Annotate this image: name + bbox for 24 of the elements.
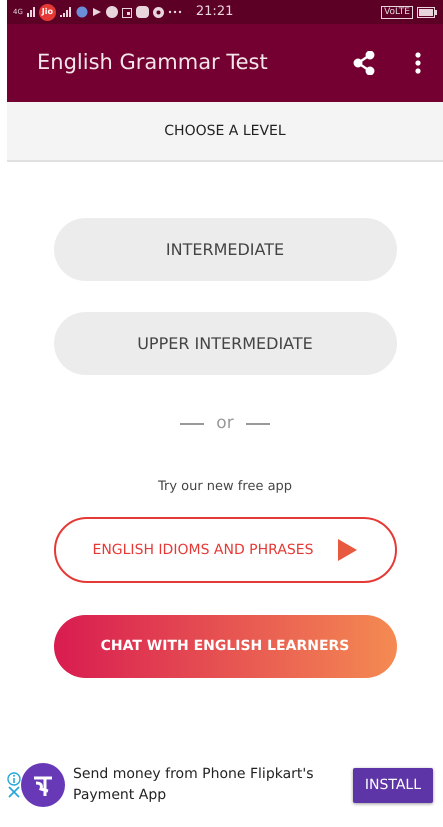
ad-text: Send money from Phone Flipkart's Payment App: [73, 765, 315, 805]
status-time: 21:21: [196, 3, 234, 22]
calendar-icon: [122, 6, 132, 18]
signal-icon: [60, 7, 72, 17]
play-store-icon: [336, 538, 358, 562]
info-icon[interactable]: [7, 772, 21, 786]
carrier-logo: Jio: [38, 4, 56, 20]
more-options-icon[interactable]: [415, 52, 421, 74]
level-button[interactable]: INTERMEDIATE: [54, 218, 396, 281]
promo-text: Try our new free app: [158, 478, 292, 496]
share-icon[interactable]: [353, 51, 375, 75]
more-icon: [168, 10, 182, 14]
app-logo-icon: [21, 763, 65, 807]
battery-icon: [417, 6, 437, 18]
chat-button[interactable]: CHAT WITH ENGLISH LEARNERS: [54, 615, 396, 678]
app-link-button[interactable]: ENGLISH IDIOMS AND PHRASES: [54, 517, 396, 583]
close-icon[interactable]: [8, 786, 20, 798]
volte-indicator: VoLTE: [381, 6, 413, 18]
signal-icon: [26, 7, 35, 17]
level-button[interactable]: UPPER INTERMEDIATE: [54, 312, 396, 375]
install-button[interactable]: INSTALL: [352, 768, 433, 802]
or-label: or: [216, 412, 234, 435]
tab[interactable]: CHOOSE A LEVEL: [164, 120, 286, 142]
app-title: English Grammar Test: [37, 50, 269, 76]
